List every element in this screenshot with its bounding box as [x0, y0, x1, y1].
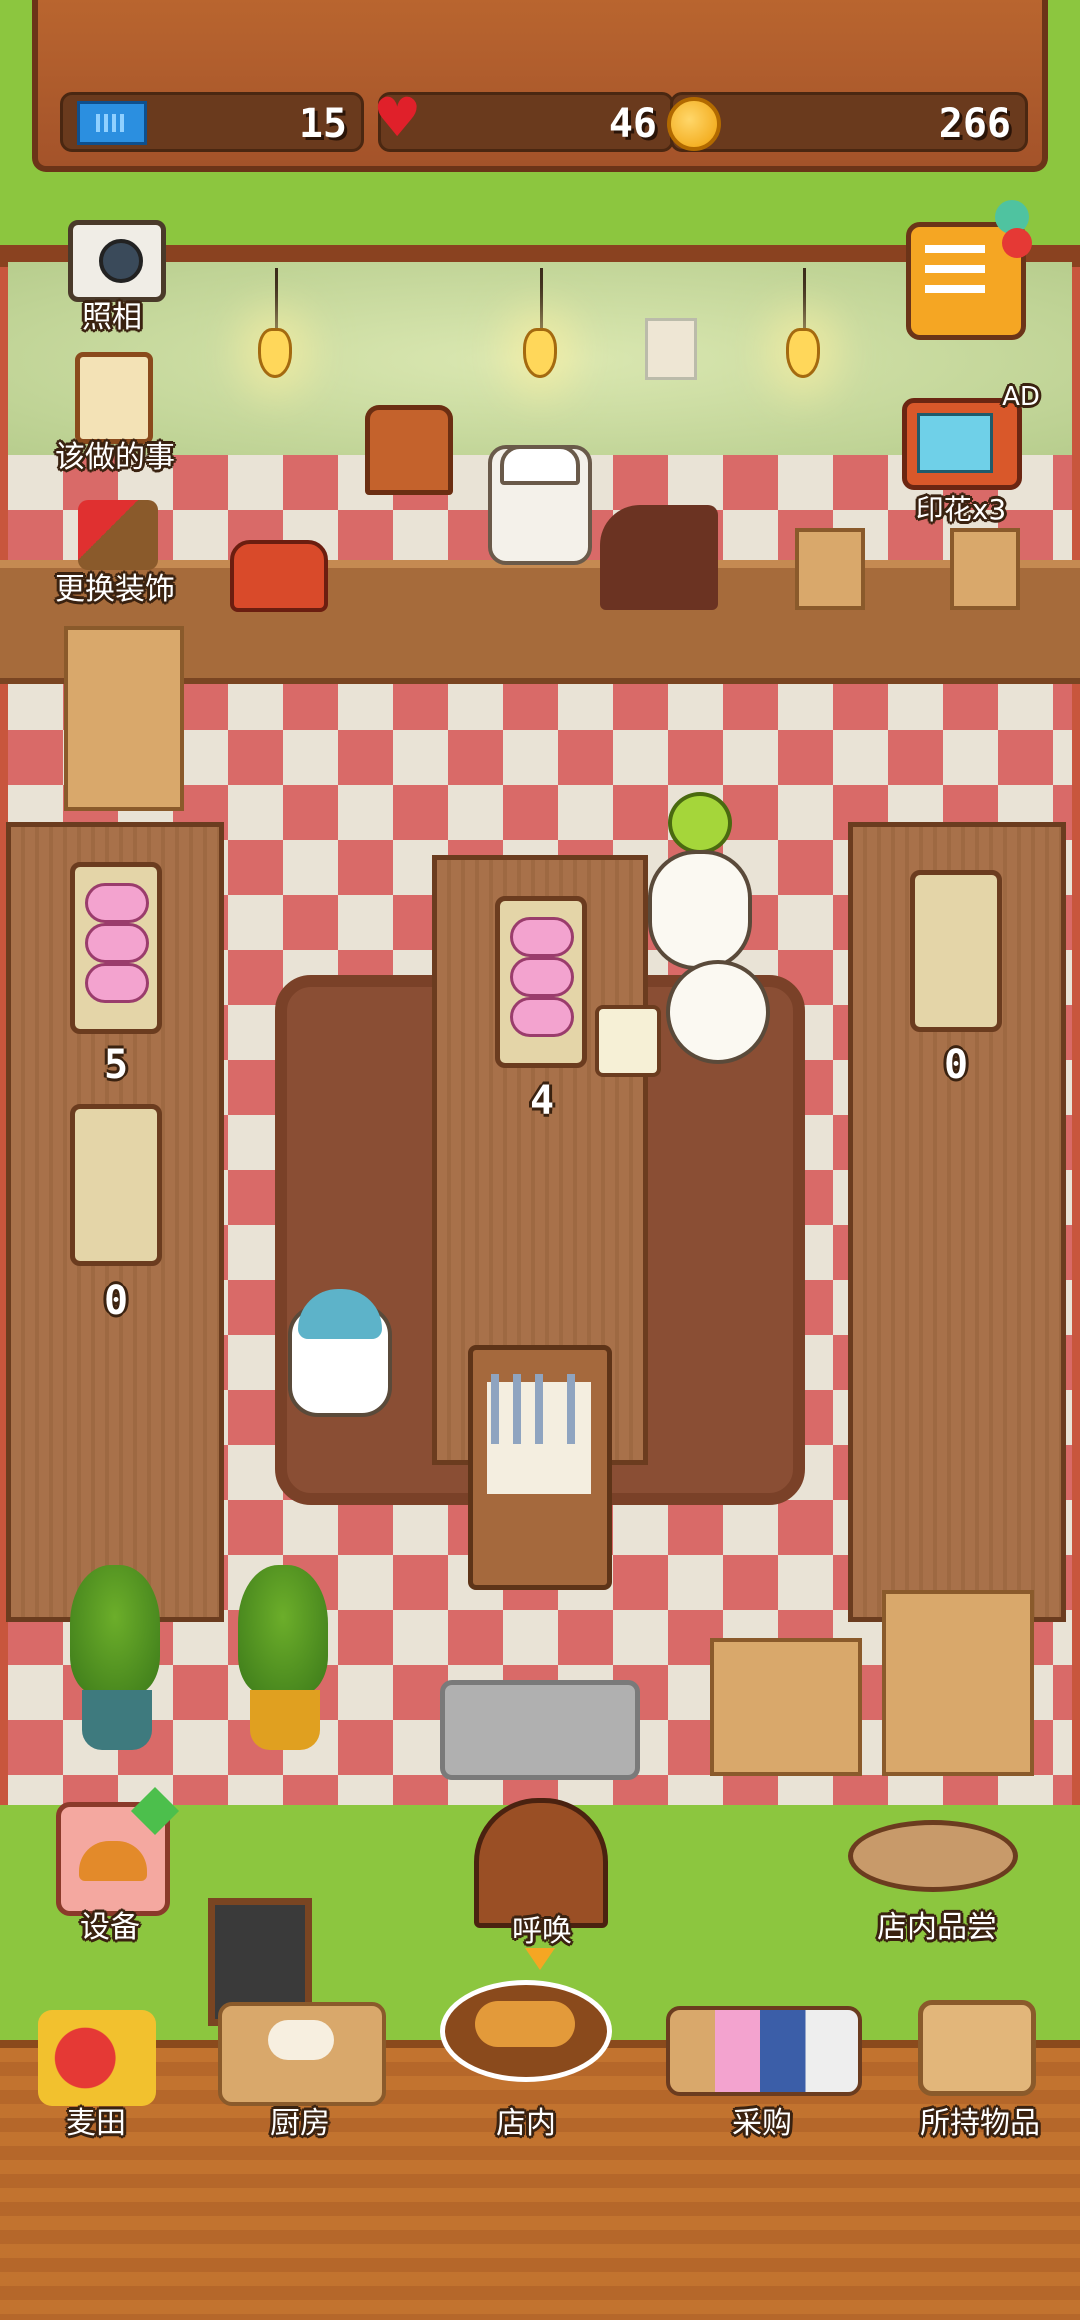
nav-kitchen[interactable]: 厨房	[240, 2098, 360, 2142]
kitchen-icon[interactable]	[218, 2002, 386, 2106]
counter-box	[795, 528, 865, 610]
tray-count: 0	[943, 1042, 969, 1088]
lamp-cord	[275, 268, 278, 328]
nav-wheat-field[interactable]: 麦田	[36, 2098, 156, 2142]
tickets-stat: 15	[60, 92, 364, 152]
storage-box	[710, 1638, 862, 1776]
bread-tray-empty[interactable]	[910, 870, 1002, 1032]
customer-character	[666, 960, 770, 1064]
lamp-icon	[786, 328, 820, 378]
ad-stamp-label[interactable]: 印花x3	[896, 488, 1026, 528]
brush-icon[interactable]	[78, 500, 158, 570]
nav-inventory[interactable]: 所持物品	[900, 2098, 1060, 2142]
ticket-icon	[77, 101, 147, 145]
shelf-icon[interactable]	[666, 2006, 862, 2096]
heart-icon: ♥	[373, 86, 422, 149]
nav-shop[interactable]: 店内	[466, 2098, 586, 2142]
wall-note	[645, 318, 697, 380]
pink-bun	[85, 923, 149, 963]
lamp-icon	[258, 328, 292, 378]
pink-bun	[510, 957, 574, 997]
camera-icon[interactable]	[68, 220, 166, 302]
shop-bread-icon[interactable]	[440, 1980, 612, 2082]
ad-badge: AD	[1002, 382, 1040, 412]
lamp-cord	[540, 268, 543, 328]
oven-icon	[365, 405, 453, 495]
pink-bun	[510, 917, 574, 957]
tickets-value: 15	[298, 101, 347, 147]
nav-purchase[interactable]: 采购	[702, 2098, 822, 2142]
storage-box	[64, 626, 184, 811]
storage-box	[882, 1590, 1034, 1776]
photo-label[interactable]: 照相	[50, 292, 174, 336]
customer-character	[288, 1289, 392, 1417]
balloon-icon	[1002, 228, 1032, 258]
coin-icon	[667, 97, 721, 151]
bread-tray-empty[interactable]	[70, 1104, 162, 1266]
door-mat	[440, 1680, 640, 1780]
pink-bun	[85, 963, 149, 1003]
cutlery-stand[interactable]	[468, 1345, 612, 1590]
plant-pot	[82, 1690, 152, 1750]
potted-plant	[70, 1565, 160, 1695]
tasting-plate-icon[interactable]	[848, 1820, 1018, 1892]
wheat-icon[interactable]	[38, 2010, 156, 2106]
tray-count: 4	[529, 1078, 555, 1124]
bread-tray-cursor	[595, 1005, 661, 1077]
chef-hat-icon	[500, 445, 580, 485]
pink-bun	[510, 997, 574, 1037]
pink-bun	[85, 883, 149, 923]
coins-stat: 266	[667, 92, 1028, 152]
lamp-icon	[523, 328, 557, 378]
tasting-label[interactable]: 店内品尝	[852, 1902, 1022, 1946]
tray-count: 0	[103, 1278, 129, 1324]
potted-plant	[238, 1565, 328, 1695]
todo-label[interactable]: 该做的事	[30, 432, 200, 476]
hearts-value: 46	[608, 101, 657, 147]
tray-count: 5	[103, 1042, 129, 1088]
box-icon[interactable]	[918, 2000, 1036, 2096]
hearts-stat: ♥ 46	[373, 91, 674, 152]
bird-customer	[668, 792, 732, 854]
decor-label[interactable]: 更换装饰	[30, 564, 200, 608]
status-bar: 15 ♥ 46 266	[32, 0, 1048, 172]
chocolate-bread	[600, 505, 718, 610]
phone-icon[interactable]	[230, 540, 328, 612]
plant-pot	[250, 1690, 320, 1750]
lamp-cord	[803, 268, 806, 328]
equipment-label[interactable]: 设备	[60, 1902, 160, 1946]
counter-box	[950, 528, 1020, 610]
coins-value: 266	[938, 101, 1011, 147]
clipboard-icon[interactable]	[75, 352, 153, 444]
customer-character	[648, 850, 752, 970]
bread-tray[interactable]	[495, 896, 587, 1068]
call-label[interactable]: 呼唤	[492, 1906, 592, 1950]
bread-tray[interactable]	[70, 862, 162, 1034]
